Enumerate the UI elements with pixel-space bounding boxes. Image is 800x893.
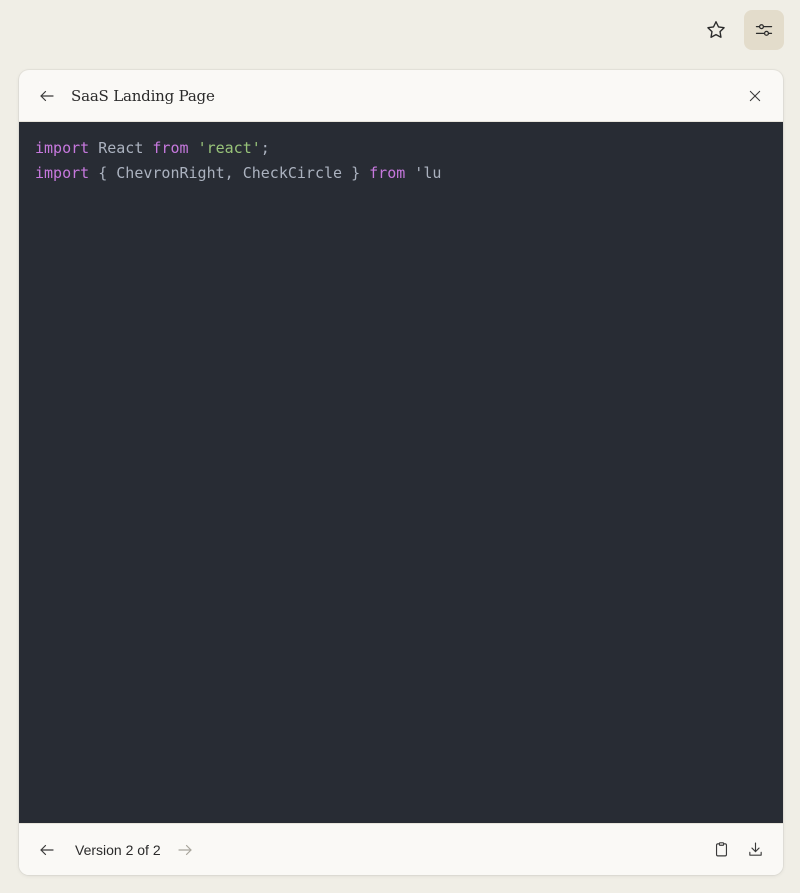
code-text: { ChevronRight, CheckCircle } (89, 164, 370, 182)
previous-version-icon[interactable] (33, 836, 61, 864)
back-arrow-icon[interactable] (33, 82, 61, 110)
artifact-footer: Version 2 of 2 (19, 823, 783, 875)
download-icon[interactable] (741, 836, 769, 864)
code-text: 'lu (405, 164, 442, 182)
top-toolbar (696, 10, 784, 50)
code-keyword: import (35, 164, 90, 182)
star-icon[interactable] (696, 10, 736, 50)
artifact-header: SaaS Landing Page (19, 70, 783, 122)
close-icon[interactable] (741, 82, 769, 110)
code-line: import React from 'react'; (35, 136, 767, 161)
version-label: Version 2 of 2 (75, 841, 161, 858)
code-string: 'react' (197, 139, 261, 157)
code-viewer[interactable]: import React from 'react'; import { Chevr… (19, 122, 783, 823)
code-keyword: from (369, 164, 406, 182)
code-keyword: import (35, 139, 90, 157)
code-keyword: from (152, 139, 189, 157)
code-line: import { ChevronRight, CheckCircle } fro… (35, 161, 767, 186)
code-text: React (89, 139, 153, 157)
sliders-icon[interactable] (744, 10, 784, 50)
clipboard-icon[interactable] (707, 836, 735, 864)
next-version-icon[interactable] (171, 836, 199, 864)
artifact-title: SaaS Landing Page (71, 86, 215, 105)
code-text: ; (260, 139, 270, 157)
artifact-panel: SaaS Landing Page import React from 'rea… (19, 70, 783, 875)
